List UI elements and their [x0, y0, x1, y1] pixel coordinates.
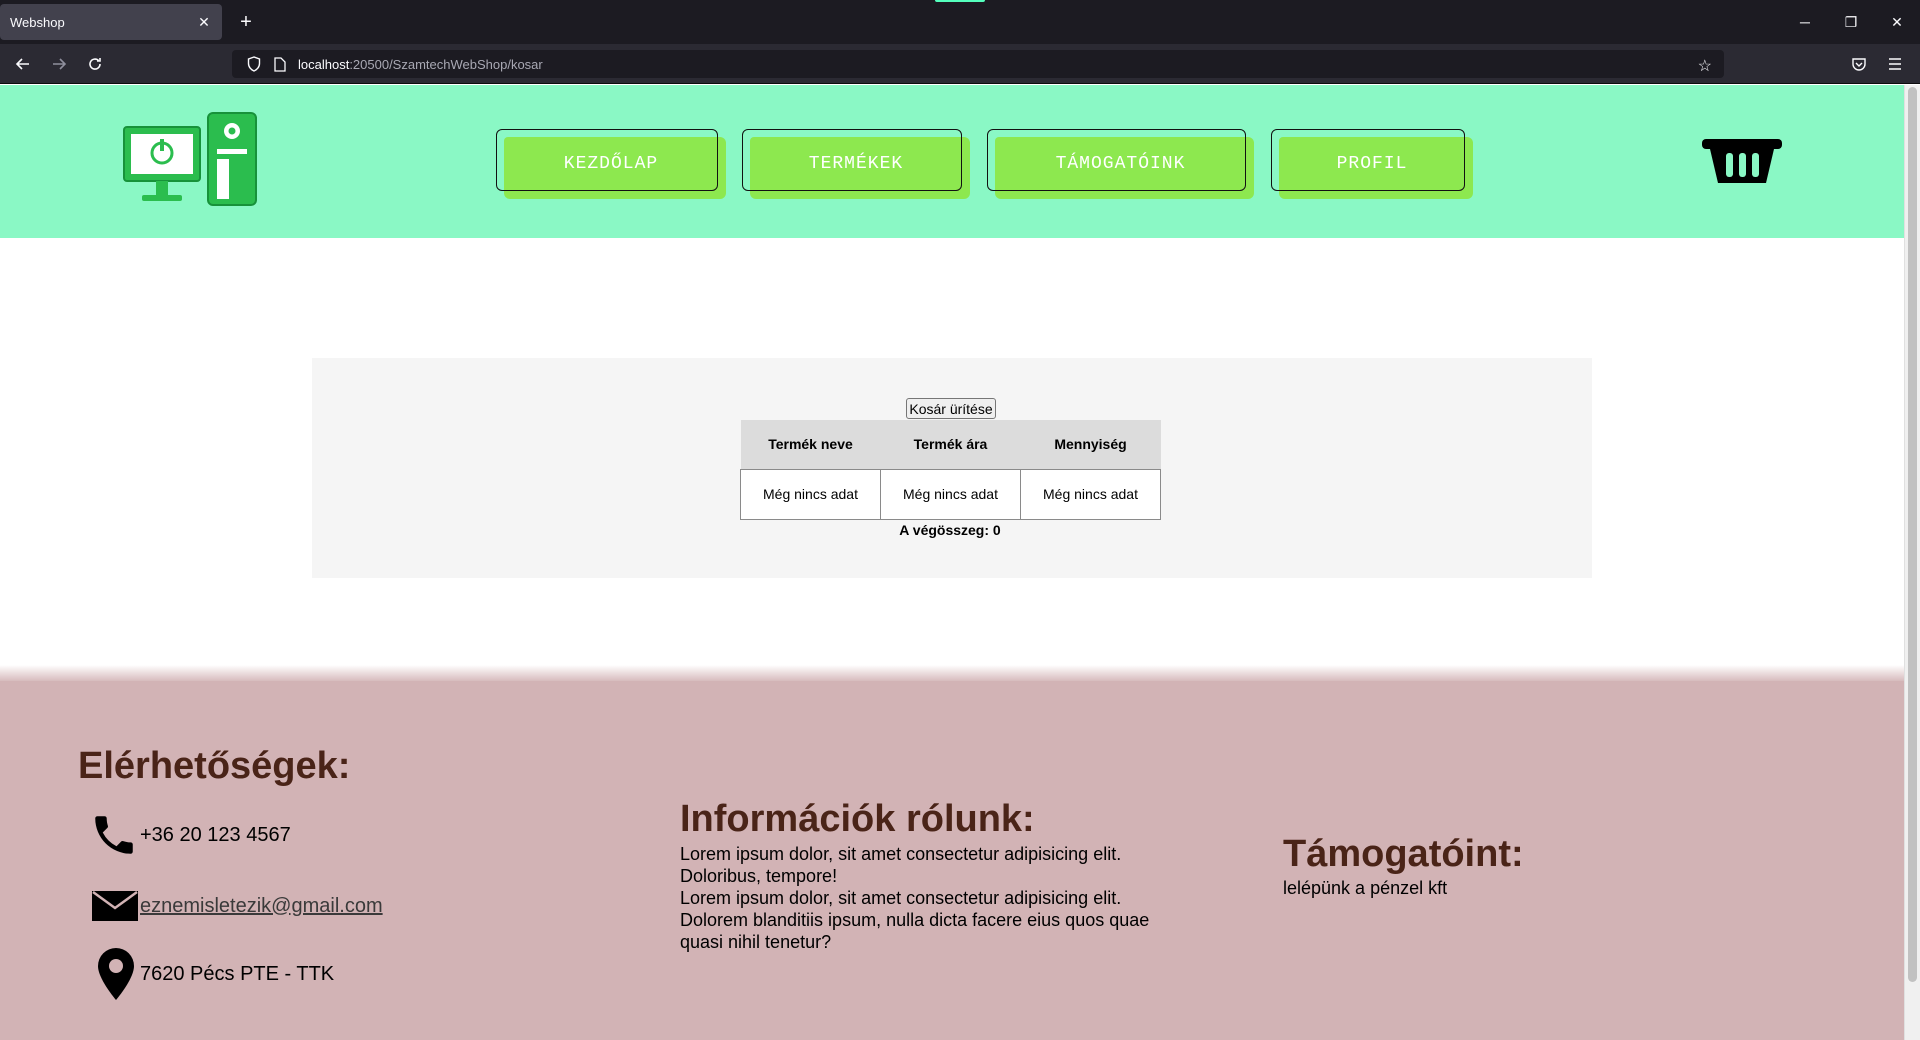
- contact-phone: +36 20 123 4567: [88, 809, 291, 861]
- about-line: quasi nihil tenetur?: [680, 932, 832, 952]
- new-tab-button[interactable]: +: [232, 8, 260, 36]
- browser-tab[interactable]: Webshop ✕: [0, 4, 222, 40]
- pocket-icon[interactable]: [1845, 50, 1873, 78]
- nav-label: TÁMOGATÓINK: [1055, 154, 1186, 174]
- about-line: Dolorem blanditiis ipsum, nulla dicta fa…: [680, 910, 1150, 930]
- cart-table-header: Termék neve Termék ára Mennyiség: [740, 420, 1161, 469]
- page-viewport: KEZDŐLAP TERMÉKEK TÁMOGATÓINK PROFIL Kos…: [0, 85, 1904, 1040]
- browser-tab-bar: Webshop ✕ + ─ ❐ ✕: [0, 0, 1920, 44]
- basket-icon[interactable]: [1700, 133, 1784, 185]
- nav-label: KEZDŐLAP: [563, 154, 659, 174]
- column-header-name: Termék neve: [740, 420, 881, 469]
- reload-icon[interactable]: [81, 50, 109, 78]
- page-scrollbar[interactable]: [1904, 85, 1920, 1040]
- minimize-window-icon[interactable]: ─: [1782, 0, 1828, 44]
- menu-hamburger-icon[interactable]: [1881, 50, 1909, 78]
- column-header-quantity: Mennyiség: [1020, 420, 1161, 469]
- restore-window-icon[interactable]: ❐: [1828, 0, 1874, 44]
- cart-section: Kosár ürítése Termék neve Termék ára Men…: [312, 358, 1592, 578]
- table-cell: Még nincs adat: [1020, 468, 1161, 520]
- site-header: KEZDŐLAP TERMÉKEK TÁMOGATÓINK PROFIL: [0, 85, 1904, 238]
- url-path: :20500/SzamtechWebShop/kosar: [349, 56, 543, 72]
- bookmark-star-icon[interactable]: ☆: [1698, 56, 1712, 76]
- table-cell: Még nincs adat: [880, 468, 1021, 520]
- phone-number: +36 20 123 4567: [140, 823, 291, 846]
- empty-cart-button[interactable]: Kosár ürítése: [906, 398, 996, 419]
- mail-icon: [90, 881, 140, 931]
- nav-button-kezdolap[interactable]: KEZDŐLAP: [496, 129, 726, 199]
- sponsors-text: lelépünk a pénzel kft: [1283, 878, 1448, 898]
- forward-icon[interactable]: [45, 50, 73, 78]
- contacts-title: Elérhetőségek:: [78, 745, 351, 787]
- browser-nav-bar: localhost:20500/SzamtechWebShop/kosar ☆: [0, 44, 1920, 84]
- about-title: Információk rólunk:: [680, 798, 1035, 840]
- nav-label: TERMÉKEK: [808, 154, 904, 174]
- tab-title: Webshop: [10, 14, 65, 30]
- url-bar[interactable]: localhost:20500/SzamtechWebShop/kosar ☆: [232, 50, 1724, 78]
- cart-table: Termék neve Termék ára Mennyiség Még nin…: [740, 420, 1161, 520]
- about-text: Lorem ipsum dolor, sit amet consectetur …: [680, 843, 1220, 953]
- table-cell: Még nincs adat: [740, 468, 881, 520]
- nav-button-termekek[interactable]: TERMÉKEK: [742, 129, 970, 199]
- table-row: Még nincs adat Még nincs adat Még nincs …: [740, 468, 1161, 520]
- contact-address: 7620 Pécs PTE - TTK: [92, 945, 334, 1003]
- close-tab-icon[interactable]: ✕: [196, 14, 212, 31]
- sponsors-title: Támogatóint:: [1283, 833, 1524, 875]
- nav-label: PROFIL: [1336, 154, 1408, 174]
- url-host: localhost: [298, 56, 350, 72]
- about-line: Lorem ipsum dolor, sit amet consectetur …: [680, 888, 1122, 908]
- site-footer: Elérhetőségek: +36 20 123 4567 eznemisle…: [0, 681, 1904, 1040]
- cart-total: A végösszeg: 0: [899, 522, 1001, 538]
- scrollbar-thumb[interactable]: [1908, 87, 1917, 982]
- address-text: 7620 Pécs PTE - TTK: [140, 962, 335, 985]
- back-icon[interactable]: [9, 50, 37, 78]
- about-line: Lorem ipsum dolor, sit amet consectetur …: [680, 844, 1122, 864]
- phone-icon: [88, 809, 140, 861]
- about-line: Doloribus, tempore!: [680, 866, 838, 886]
- nav-button-tamogatoink[interactable]: TÁMOGATÓINK: [987, 129, 1254, 199]
- email-link[interactable]: eznemisletezik@gmail.com: [140, 895, 383, 918]
- nav-button-profil[interactable]: PROFIL: [1271, 129, 1473, 199]
- tab-accent-line: [935, 0, 985, 2]
- computer-logo-icon[interactable]: [120, 111, 260, 207]
- location-pin-icon: [92, 945, 140, 1003]
- column-header-price: Termék ára: [880, 420, 1021, 469]
- contact-email: eznemisletezik@gmail.com: [90, 881, 383, 931]
- close-window-icon[interactable]: ✕: [1874, 0, 1920, 44]
- page-icon: [272, 56, 288, 72]
- shield-icon[interactable]: [246, 56, 262, 72]
